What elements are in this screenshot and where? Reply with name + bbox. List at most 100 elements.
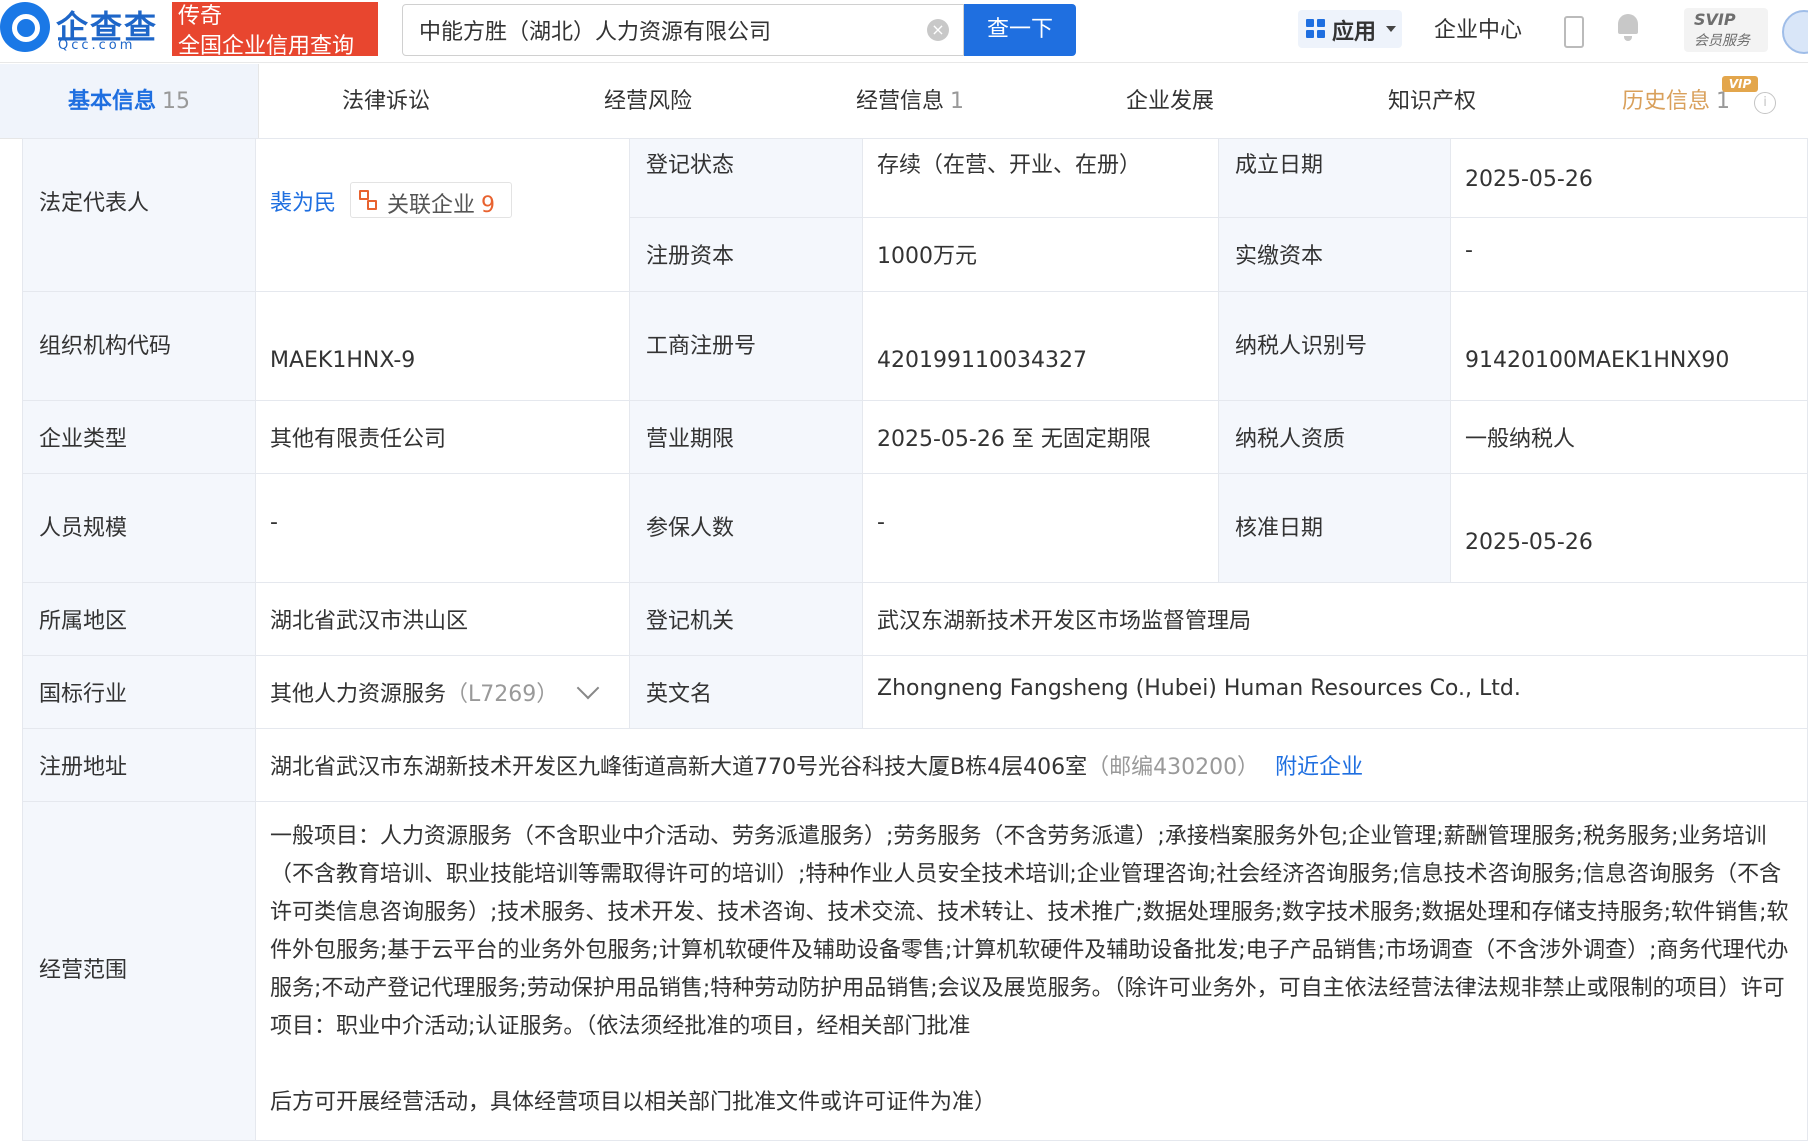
tab-label: 企业发展 — [1126, 89, 1215, 114]
svip-subtitle: 会员服务 — [1694, 33, 1750, 49]
tab-operation[interactable]: 经营信息 1 — [856, 64, 964, 138]
taxpayer-id-value: 91420100MAEK1HNX90 — [1465, 348, 1730, 373]
biz-reg-no-label: 工商注册号 — [646, 334, 757, 359]
taxpayer-qual-label: 纳税人资质 — [1235, 427, 1346, 452]
paid-capital-value-cell: - — [1450, 217, 1808, 292]
tab-label: 经营信息 — [856, 89, 945, 114]
tab-label: 法律诉讼 — [342, 89, 431, 114]
logo-icon — [0, 2, 50, 52]
ent-type-value-cell: 其他有限责任公司 — [255, 400, 630, 474]
established-label: 成立日期 — [1235, 153, 1324, 178]
industry-label-cell: 国标行业 — [22, 655, 256, 729]
approval-date-label: 核准日期 — [1235, 516, 1324, 541]
tab-development[interactable]: 企业发展 — [1126, 64, 1214, 138]
biz-term-value-cell: 2025-05-26 至 无固定期限 — [862, 400, 1219, 474]
legal-rep-name[interactable]: 裴为民 — [270, 185, 336, 217]
approval-date-value-cell: 2025-05-26 — [1450, 473, 1808, 583]
legal-rep-label: 法定代表人 — [39, 191, 150, 216]
reg-authority-label: 登记机关 — [646, 609, 735, 634]
biz-term-label: 营业期限 — [646, 427, 735, 452]
insured-value-cell: - — [862, 473, 1219, 583]
legal-rep-label-cell: 法定代表人 — [22, 138, 256, 292]
related-companies-button[interactable]: 关联企业 9 — [350, 182, 512, 218]
org-code-label-cell: 组织机构代码 — [22, 291, 256, 401]
tab-legal[interactable]: 法律诉讼 — [342, 64, 430, 138]
apps-menu[interactable]: 应用 — [1298, 10, 1402, 48]
slogan-line2: 全国企业信用查询 — [178, 34, 355, 59]
enterprise-center-link[interactable]: 企业中心 — [1434, 12, 1522, 44]
region-label-cell: 所属地区 — [22, 582, 256, 656]
related-companies-count: 9 — [481, 193, 496, 218]
search-box: × — [402, 4, 964, 56]
tab-history[interactable]: 历史信息 1 — [1622, 64, 1730, 138]
reg-status-value-cell: 存续（在营、开业、在册） — [862, 138, 1219, 218]
tab-label: 知识产权 — [1388, 89, 1477, 114]
reg-status-value: 存续（在营、开业、在册） — [877, 153, 1142, 178]
staff-size-value: - — [270, 510, 278, 535]
org-code-label: 组织机构代码 — [39, 334, 172, 359]
paid-capital-value: - — [1465, 238, 1473, 263]
mobile-icon[interactable] — [1564, 16, 1584, 48]
search-button[interactable]: 查一下 — [964, 4, 1076, 56]
top-header: 企查查 Qcc.com 传奇 全国企业信用查询 × 查一下 应用 企业中心 SV… — [0, 0, 1808, 63]
region-value-cell: 湖北省武汉市洪山区 — [255, 582, 630, 656]
english-name-label-cell: 英文名 — [629, 655, 863, 729]
staff-size-label-cell: 人员规模 — [22, 473, 256, 583]
ent-type-label-cell: 企业类型 — [22, 400, 256, 474]
address-value-cell: 湖北省武汉市东湖新技术开发区九峰街道高新大道770号光谷科技大厦B栋4层406室… — [255, 728, 1808, 802]
taxpayer-id-label: 纳税人识别号 — [1235, 334, 1368, 359]
related-companies-icon — [357, 190, 377, 210]
english-name-value: Zhongneng Fangsheng (Hubei) Human Resour… — [877, 676, 1521, 701]
region-value: 湖北省武汉市洪山区 — [270, 609, 469, 634]
paid-capital-label-cell: 实缴资本 — [1218, 217, 1451, 292]
tab-ip[interactable]: 知识产权 — [1388, 64, 1476, 138]
reg-capital-label-cell: 注册资本 — [629, 217, 863, 292]
industry-code: （L7269） — [446, 682, 559, 707]
related-companies-text: 关联企业 — [387, 193, 476, 218]
scope-text-tail: 后方可开展经营活动，具体经营项目以相关部门批准文件或许可证件为准） — [270, 1090, 997, 1115]
postcode: （邮编430200） — [1087, 755, 1260, 780]
paid-capital-label: 实缴资本 — [1235, 244, 1324, 269]
established-value-cell: 2025-05-26 — [1450, 138, 1808, 218]
tab-count: 15 — [162, 89, 190, 114]
bell-icon[interactable] — [1616, 14, 1640, 41]
caret-down-icon — [1386, 26, 1396, 32]
reg-status-label: 登记状态 — [646, 153, 735, 178]
nearby-companies-link[interactable]: 附近企业 — [1275, 755, 1363, 780]
taxpayer-qual-label-cell: 纳税人资质 — [1218, 400, 1451, 474]
staff-size-value-cell: - — [255, 473, 630, 583]
taxpayer-id-label-cell: 纳税人识别号 — [1218, 291, 1451, 401]
logo-domain: Qcc.com — [58, 38, 136, 53]
industry-value-cell[interactable]: 其他人力资源服务（L7269） — [255, 655, 630, 729]
clear-icon[interactable]: × — [927, 19, 949, 41]
tab-label: 历史信息 — [1622, 89, 1711, 114]
apps-label: 应用 — [1332, 20, 1377, 45]
tab-risk[interactable]: 经营风险 — [604, 64, 692, 138]
reg-authority-value: 武汉东湖新技术开发区市场监督管理局 — [877, 609, 1252, 634]
address-label-cell: 注册地址 — [22, 728, 256, 802]
vip-badge: VIP — [1722, 76, 1758, 92]
ent-type-label: 企业类型 — [39, 427, 128, 452]
biz-reg-no-label-cell: 工商注册号 — [629, 291, 863, 401]
address-label: 注册地址 — [39, 755, 128, 780]
search-input[interactable] — [417, 5, 901, 55]
tab-count: 1 — [1716, 89, 1731, 114]
industry-value: 其他人力资源服务（L7269） — [270, 676, 558, 708]
scope-label: 经营范围 — [39, 958, 128, 983]
grid-icon — [1306, 19, 1326, 39]
established-value: 2025-05-26 — [1465, 167, 1593, 192]
info-icon[interactable]: i — [1754, 92, 1776, 114]
approval-date-value: 2025-05-26 — [1465, 530, 1593, 555]
org-code-value-cell: MAEK1HNX-9 — [255, 291, 630, 401]
tab-count: 1 — [950, 89, 965, 114]
svip-button[interactable]: SVIP 会员服务 — [1684, 8, 1768, 52]
biz-term-value: 2025-05-26 至 无固定期限 — [877, 427, 1151, 452]
tab-basic-info[interactable]: 基本信息 15 — [0, 64, 259, 138]
reg-capital-value-cell: 1000万元 — [862, 217, 1219, 292]
org-code-value: MAEK1HNX-9 — [270, 348, 416, 373]
tab-label: 经营风险 — [604, 89, 693, 114]
english-name-value-cell: Zhongneng Fangsheng (Hubei) Human Resour… — [862, 655, 1808, 729]
related-companies-label: 关联企业 9 — [387, 187, 495, 219]
avatar[interactable] — [1782, 10, 1808, 54]
slogan-line1: 传奇 — [178, 4, 223, 29]
